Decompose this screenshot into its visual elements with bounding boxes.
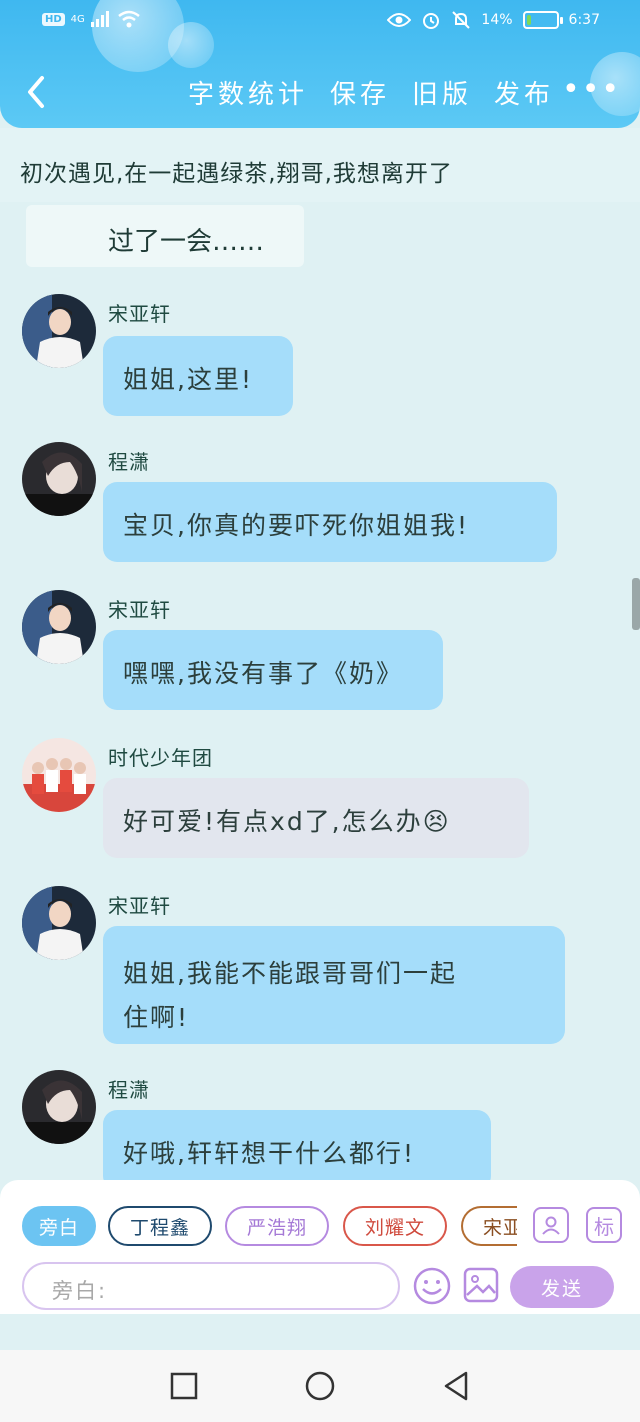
clock: 6:37 [568, 12, 600, 28]
old-version-button[interactable]: 旧版 [412, 74, 472, 111]
message-input[interactable]: 旁白: [22, 1262, 400, 1310]
sender-name: 程潇 [108, 1078, 150, 1102]
chip-character-yan[interactable]: 严浩翔 [225, 1206, 329, 1246]
back-arrow-icon[interactable] [20, 72, 52, 112]
avatar[interactable] [22, 1070, 96, 1144]
message-bubble[interactable]: 嘿嘿,我没有事了《奶》 [103, 630, 443, 710]
battery-level [526, 15, 531, 25]
status-bar-left: HD 4G [42, 10, 141, 28]
chip-narrator[interactable]: 旁白 [22, 1206, 96, 1246]
tag-button[interactable]: 标 [586, 1207, 622, 1243]
narration-block[interactable]: 过了一会…… [26, 205, 304, 267]
panel-lower-band [0, 1314, 640, 1350]
publish-button[interactable]: 发布 [494, 74, 554, 111]
story-title-text: 初次遇见,在一起遇绿茶,翔哥,我想离开了 [20, 161, 453, 187]
emoji-icon[interactable] [412, 1266, 452, 1306]
system-nav-bar [0, 1350, 640, 1422]
battery-percent: 14% [481, 12, 513, 28]
network-label: 4G [70, 13, 85, 25]
message-text: 宝贝,你真的要吓死你姐姐我! [123, 511, 469, 540]
message-bubble[interactable]: 好可爱!有点xd了,怎么办😣 [103, 778, 529, 858]
chip-character-ding[interactable]: 丁程鑫 [108, 1206, 212, 1246]
message-bubble[interactable]: 好哦,轩轩想干什么都行! [103, 1110, 491, 1190]
message-text-line: 姐姐,我能不能跟哥哥们一起 [123, 959, 457, 988]
scrollbar[interactable] [632, 578, 640, 630]
more-menu-button[interactable]: ••• [562, 75, 621, 105]
decor-bubble [168, 22, 214, 68]
signal-icon [90, 11, 109, 27]
avatar[interactable] [22, 738, 96, 812]
sender-name: 程潇 [108, 450, 150, 474]
composer-panel: 旁白 丁程鑫 严浩翔 刘耀文 宋亚 标 旁白: 发送 [0, 1180, 640, 1314]
sender-name: 宋亚轩 [108, 894, 171, 918]
boy-avatar-icon [22, 294, 96, 368]
boy-avatar-icon [22, 590, 96, 664]
recents-square-icon[interactable] [166, 1368, 202, 1404]
word-count-button[interactable]: 字数统计 [188, 74, 308, 111]
message-text: 姐姐,这里! [123, 365, 253, 394]
message-bubble[interactable]: 姐姐,我能不能跟哥哥们一起 住啊! [103, 926, 565, 1044]
message-text: 好可爱!有点xd了,怎么办😣 [123, 807, 451, 836]
story-title-line: 初次遇见,在一起遇绿茶,翔哥,我想离开了 [0, 128, 640, 202]
save-button[interactable]: 保存 [330, 74, 390, 111]
group-avatar-icon [22, 738, 96, 812]
app-header: HD 4G 14% 6:37 字数统计 保存 旧版 发布 ••• [0, 0, 640, 128]
home-circle-icon[interactable] [302, 1368, 338, 1404]
chip-character-song[interactable]: 宋亚 [461, 1206, 517, 1246]
battery-icon [522, 11, 563, 29]
hd-badge: HD [42, 12, 65, 26]
person-icon[interactable] [533, 1207, 569, 1243]
avatar[interactable] [22, 442, 96, 516]
boy-avatar-icon [22, 886, 96, 960]
status-bar-right: 14% 6:37 [387, 10, 600, 30]
message-bubble[interactable]: 宝贝,你真的要吓死你姐姐我! [103, 482, 557, 562]
mute-bell-icon [452, 11, 471, 29]
narration-text: 过了一会…… [108, 227, 265, 257]
message-text-line: 住啊! [123, 1003, 190, 1032]
chip-character-liu[interactable]: 刘耀文 [343, 1206, 447, 1246]
girl-avatar-icon [22, 1070, 96, 1144]
back-triangle-icon[interactable] [438, 1368, 474, 1404]
image-icon[interactable] [463, 1267, 499, 1303]
avatar[interactable] [22, 294, 96, 368]
sender-name: 时代少年团 [108, 746, 213, 770]
wifi-icon [118, 10, 140, 28]
message-text: 好哦,轩轩想干什么都行! [123, 1139, 415, 1168]
eye-icon [387, 13, 412, 27]
message-text: 嘿嘿,我没有事了《奶》 [123, 659, 403, 688]
alarm-icon [423, 13, 440, 29]
sender-name: 宋亚轩 [108, 302, 171, 326]
message-bubble[interactable]: 姐姐,这里! [103, 336, 293, 416]
input-placeholder: 旁白: [52, 1279, 108, 1303]
header-actions: 字数统计 保存 旧版 发布 [188, 74, 554, 111]
girl-avatar-icon [22, 442, 96, 516]
avatar[interactable] [22, 590, 96, 664]
send-button[interactable]: 发送 [510, 1266, 614, 1308]
avatar[interactable] [22, 886, 96, 960]
sender-name: 宋亚轩 [108, 598, 171, 622]
